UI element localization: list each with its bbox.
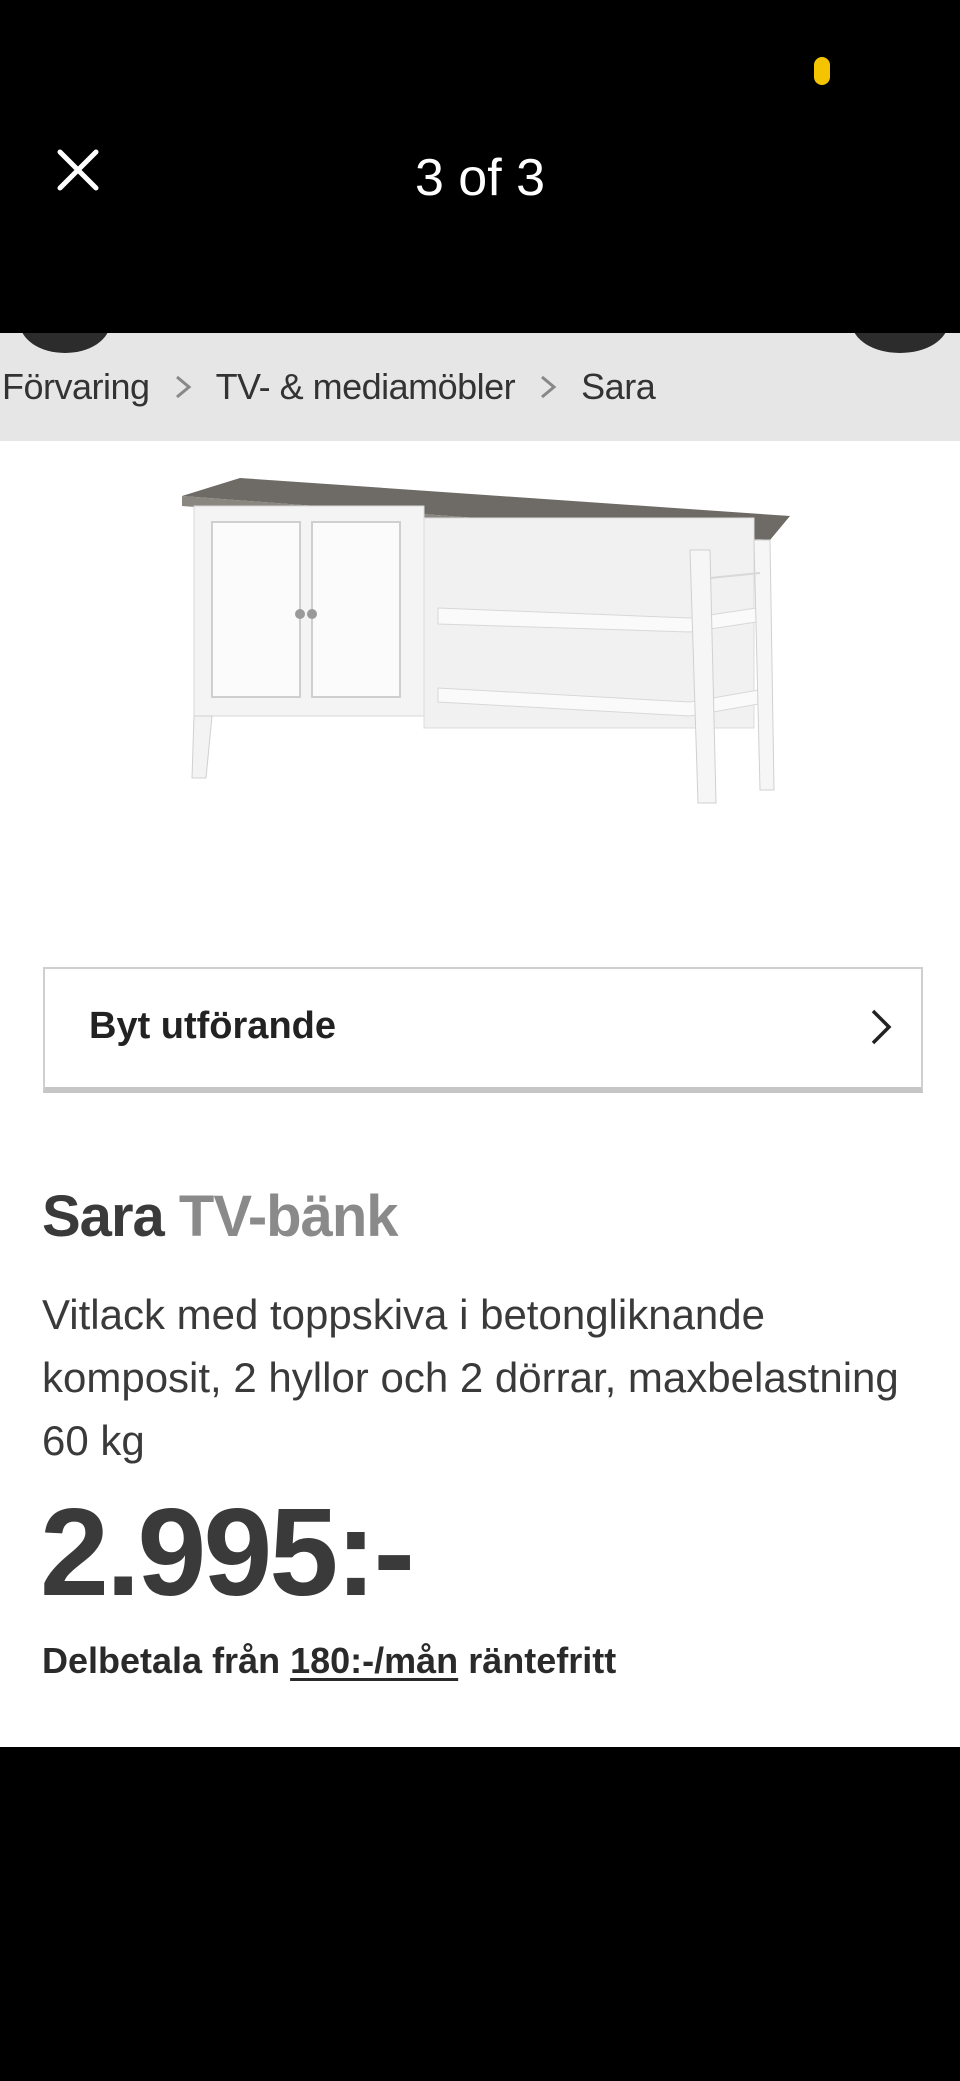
chevron-right-icon bbox=[541, 375, 557, 399]
installment-info: Delbetala från 180:-/mån räntefritt bbox=[42, 1640, 616, 1682]
breadcrumb-item[interactable]: TV- & mediamöbler bbox=[216, 366, 516, 408]
image-counter: 3 of 3 bbox=[414, 149, 546, 207]
installment-amount-link[interactable]: 180:-/mån bbox=[290, 1640, 458, 1681]
scroll-button-left bbox=[20, 333, 110, 353]
breadcrumb-bar: Förvaring TV- & mediamöbler Sara bbox=[0, 333, 960, 441]
breadcrumb-item[interactable]: Sara bbox=[581, 366, 656, 408]
viewer-top-bar: 3 of 3 bbox=[0, 0, 960, 333]
chevron-right-icon bbox=[871, 1009, 892, 1045]
status-indicator-icon bbox=[814, 57, 830, 85]
change-variant-label: Byt utförande bbox=[89, 1005, 336, 1047]
scroll-button-right bbox=[852, 333, 948, 353]
product-type: TV-bänk bbox=[178, 1184, 399, 1249]
product-price: 2.995:- bbox=[40, 1484, 415, 1622]
product-name: Sara bbox=[42, 1184, 165, 1249]
installment-suffix: räntefritt bbox=[468, 1640, 617, 1681]
installment-prefix: Delbetala från bbox=[42, 1640, 281, 1681]
tv-bench-image bbox=[182, 478, 790, 804]
breadcrumb: Förvaring TV- & mediamöbler Sara bbox=[2, 361, 656, 413]
change-variant-button[interactable]: Byt utförande bbox=[43, 967, 923, 1093]
product-title: Sara TV-bänk bbox=[42, 1183, 399, 1250]
chevron-right-icon bbox=[175, 375, 191, 399]
product-screenshot: Förvaring TV- & mediamöbler Sara Byt utf… bbox=[0, 333, 960, 1747]
product-description: Vitlack med toppskiva i betongliknande k… bbox=[42, 1291, 899, 1464]
breadcrumb-item[interactable]: Förvaring bbox=[2, 366, 150, 408]
